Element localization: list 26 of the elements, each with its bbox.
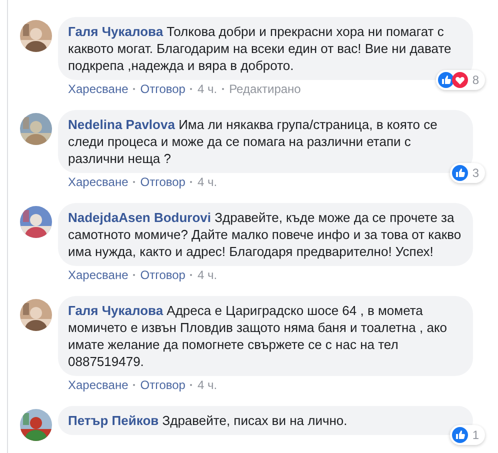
like-link[interactable]: Харесване <box>68 377 128 393</box>
timestamp: 4 ч. <box>197 377 218 393</box>
reply-link[interactable]: Отговор <box>140 81 186 97</box>
like-icon <box>452 165 468 181</box>
reaction-badge[interactable]: 8 <box>436 70 485 90</box>
comment-text: Галя Чукалова Адреса е Цариградско шосе 64 , в момета момичето е извън Пловдив защото няма баня и тоалетна , ако имате желание да помогнете свържете се с нас на тел 0887519479. <box>68 302 448 370</box>
edited-label: Редактирано <box>229 81 301 97</box>
comment-text: Петър Пейков Здравейте, писах ви на лично. <box>68 412 348 429</box>
timestamp: 4 ч. <box>197 267 218 283</box>
reply-link[interactable]: Отговор <box>140 377 186 393</box>
like-icon <box>438 72 454 88</box>
reaction-badge[interactable]: 1 <box>450 425 485 445</box>
like-link[interactable]: Харесване <box>68 81 128 97</box>
reaction-badge[interactable]: 3 <box>450 163 485 183</box>
comment-text: NadejdaAsen Bodurovi Здравейте, къде може да се прочете за самотното момиче? Дайте малко повече инфо и за това от какво има нужда, както и адрес! Благодаря предварително! Успех! <box>68 209 462 260</box>
reply-link[interactable]: Отговор <box>140 267 186 283</box>
like-link[interactable]: Харесване <box>68 267 128 283</box>
reaction-count: 8 <box>471 72 480 88</box>
reply-link[interactable]: Отговор <box>140 174 186 190</box>
comment-text: Nedelina Pavlova Има ли някаква група/страница, в която се следи процеса и може да се помага на различни етапи с различни неща ? <box>68 116 438 167</box>
timestamp: 4 ч. <box>197 81 218 97</box>
like-link[interactable]: Харесване <box>68 174 128 190</box>
reaction-count: 3 <box>471 164 480 182</box>
reaction-count: 1 <box>471 426 480 444</box>
timestamp: 4 ч. <box>197 174 218 190</box>
like-icon <box>452 427 468 443</box>
